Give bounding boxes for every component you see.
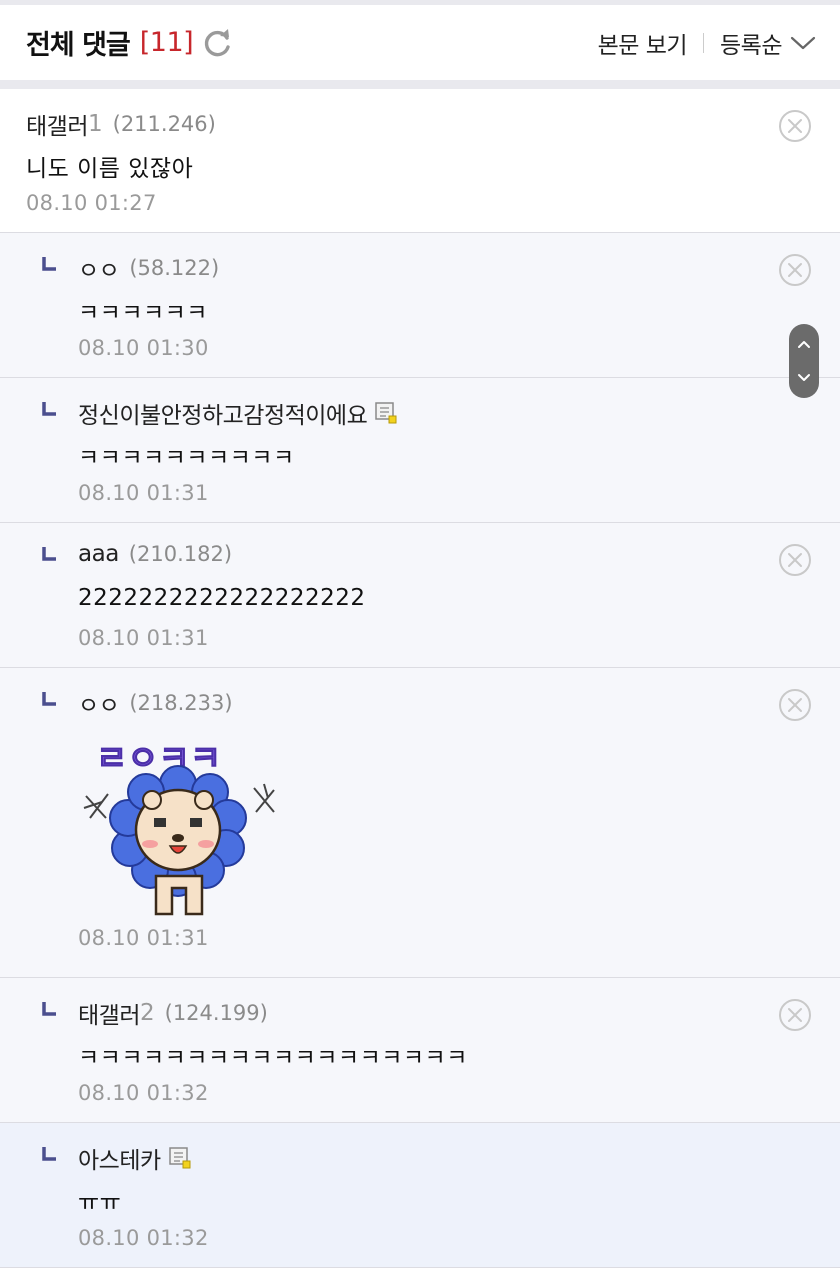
scroll-down-button[interactable] <box>789 361 819 395</box>
scroll-control <box>789 324 819 398</box>
comment-text: ㅋㅋㅋㅋㅋㅋ <box>78 300 208 326</box>
comment-item: 태갤러 1 (211.246) 니도 이름 있잖아 08.10 01:27 <box>0 89 840 233</box>
gallog-icon[interactable] <box>168 1147 191 1169</box>
author-line: ㅇㅇ (218.233) <box>78 686 233 720</box>
comment-text: 2222222222222222222 <box>78 585 366 611</box>
comment-time: 08.10 01:31 <box>78 626 209 650</box>
author-name[interactable]: ㅇㅇ <box>78 686 120 720</box>
comment-text: ㅋㅋㅋㅋㅋㅋㅋㅋㅋㅋㅋㅋㅋㅋㅋㅋㅋㅋ <box>78 1045 468 1071</box>
author-ip: (58.122) <box>129 256 220 280</box>
comment-count: [11] <box>139 27 194 58</box>
refresh-icon[interactable] <box>203 28 233 58</box>
comment-time: 08.10 01:32 <box>78 1081 209 1105</box>
author-line: 아스테카 <box>78 1141 191 1175</box>
comment-text: 니도 이름 있잖아 <box>26 156 194 182</box>
delete-icon[interactable] <box>778 109 812 143</box>
sort-dropdown[interactable]: 등록순 <box>720 26 816 60</box>
reply-item: aaa (210.182) 2222222222222222222 08.10 … <box>0 523 840 668</box>
author-suffix: 2 <box>139 1000 155 1026</box>
scroll-up-button[interactable] <box>789 327 819 361</box>
comments-title: 전체 댓글 <box>26 30 131 61</box>
reply-item: ㅇㅇ (58.122) ㅋㅋㅋㅋㅋㅋ 08.10 01:30 <box>0 233 840 378</box>
author-name[interactable]: 태갤러 <box>26 107 88 141</box>
author-line: 정신이불안정하고감정적이에요 <box>78 396 397 430</box>
author-ip: (218.233) <box>129 691 233 715</box>
comment-header: 전체 댓글 [11] 본문 보기 등록순 <box>0 5 840 80</box>
delete-icon[interactable] <box>778 253 812 287</box>
author-suffix: 1 <box>87 111 103 137</box>
lion-sticker: ㄹㅇㅋㅋ <box>83 739 275 916</box>
header-actions: 본문 보기 등록순 <box>598 26 816 60</box>
author-name[interactable]: aaa <box>78 541 119 567</box>
view-body-button[interactable]: 본문 보기 <box>598 26 688 60</box>
reply-arrow-icon <box>42 257 56 271</box>
gallog-icon[interactable] <box>375 402 397 424</box>
comment-time: 08.10 01:31 <box>78 926 209 950</box>
delete-icon[interactable] <box>778 998 812 1032</box>
header-gap <box>0 80 840 89</box>
reply-arrow-icon <box>42 547 56 561</box>
sticker-text: ㄹㅇㅋㅋ <box>96 739 221 779</box>
comment-time: 08.10 01:31 <box>78 481 209 505</box>
author-ip: (210.182) <box>128 542 233 566</box>
comment-time: 08.10 01:30 <box>78 336 209 360</box>
author-name[interactable]: 태갤러 <box>78 996 140 1030</box>
author-name[interactable]: 아스테카 <box>78 1141 161 1175</box>
reply-arrow-icon <box>42 692 56 706</box>
delete-icon[interactable] <box>778 688 812 722</box>
author-name[interactable]: ㅇㅇ <box>78 251 120 285</box>
reply-item: 태갤러 2 (124.199) ㅋㅋㅋㅋㅋㅋㅋㅋㅋㅋㅋㅋㅋㅋㅋㅋㅋㅋ 08.10 … <box>0 978 840 1123</box>
comment-text: ㅠㅠ <box>78 1190 122 1216</box>
delete-icon[interactable] <box>778 543 812 577</box>
author-line: aaa (210.182) <box>78 541 232 567</box>
author-ip: (124.199) <box>164 1001 268 1025</box>
reply-item: 아스테카 ㅠㅠ 08.10 01:32 <box>0 1123 840 1268</box>
reply-arrow-icon <box>42 1002 56 1016</box>
comment-time: 08.10 01:32 <box>78 1226 209 1250</box>
chevron-down-icon <box>798 374 810 381</box>
divider <box>703 32 705 53</box>
reply-arrow-icon <box>42 402 56 416</box>
reply-arrow-icon <box>42 1147 56 1161</box>
author-ip: (211.246) <box>112 112 216 136</box>
reply-item: 정신이불안정하고감정적이에요 ㅋㅋㅋㅋㅋㅋㅋㅋㅋㅋ 08.10 01:31 <box>0 378 840 523</box>
comment-time: 08.10 01:27 <box>26 191 157 215</box>
chevron-down-icon <box>790 36 816 49</box>
author-name[interactable]: 정신이불안정하고감정적이에요 <box>78 396 368 430</box>
author-line: 태갤러 1 (211.246) <box>26 107 216 141</box>
chevron-up-icon <box>798 341 810 348</box>
comment-text: ㅋㅋㅋㅋㅋㅋㅋㅋㅋㅋ <box>78 445 295 471</box>
author-line: 태갤러 2 (124.199) <box>78 996 268 1030</box>
author-line: ㅇㅇ (58.122) <box>78 251 219 285</box>
reply-item: ㅇㅇ (218.233) ㄹㅇㅋㅋ 08.10 01:31 <box>0 668 840 978</box>
sort-label: 등록순 <box>720 32 782 59</box>
